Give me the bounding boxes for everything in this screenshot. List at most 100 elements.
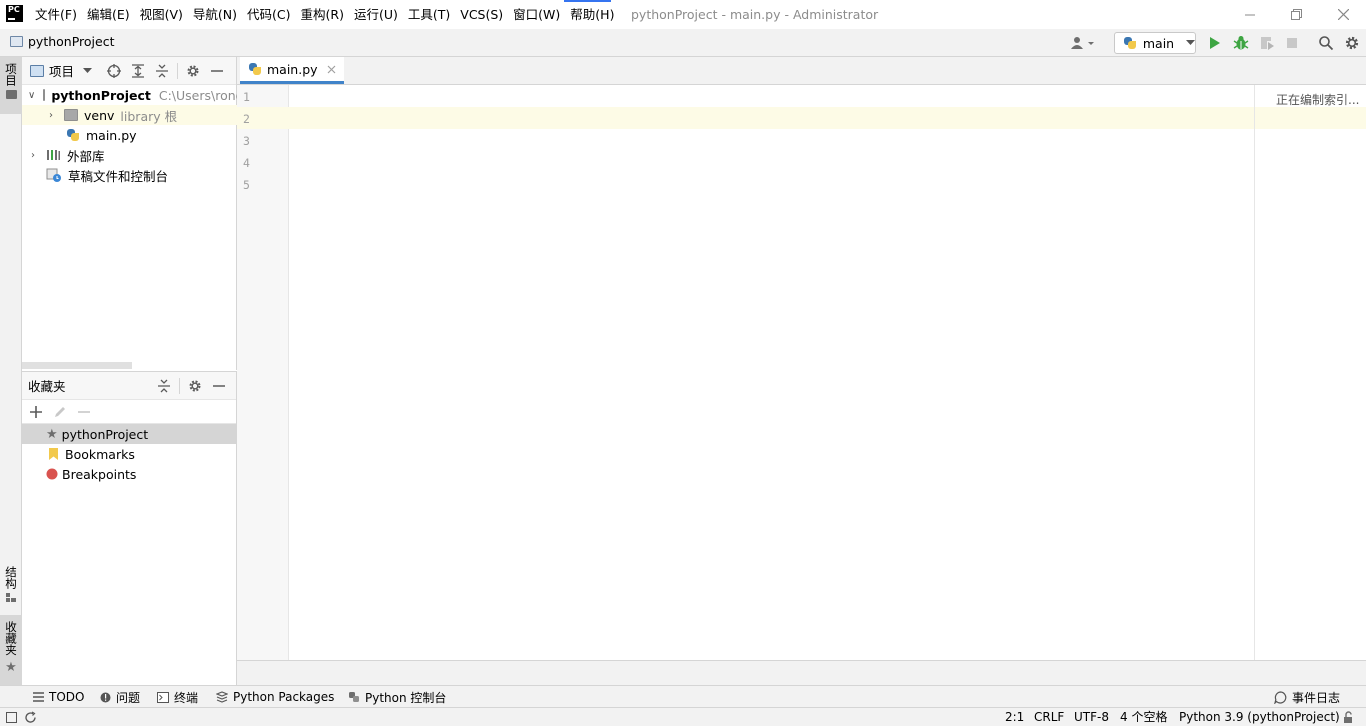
favorites-item-label: pythonProject [61, 426, 149, 442]
hide-panel-button[interactable] [207, 374, 231, 398]
project-options-button[interactable] [181, 59, 205, 83]
python-file-icon [248, 62, 262, 76]
file-encoding[interactable]: UTF-8 [1074, 708, 1109, 727]
horizontal-scrollbar[interactable] [22, 362, 132, 369]
close-icon [1337, 9, 1349, 20]
tab-label: main.py [267, 61, 318, 77]
library-icon [47, 150, 60, 160]
menu-code[interactable]: 代码(C) [242, 0, 295, 29]
menu-tools[interactable]: 工具(T) [403, 0, 455, 29]
vcs-user-button[interactable] [1070, 35, 1096, 54]
python-icon [1123, 36, 1137, 50]
tree-root-path: C:\Users\rong [158, 87, 237, 103]
tool-window-terminal[interactable]: 终端 [157, 686, 198, 708]
tree-row-venv[interactable]: › venv library 根 [22, 105, 237, 125]
event-log-icon [1274, 690, 1287, 704]
edit-favorite-button[interactable] [48, 400, 72, 424]
stripe-project-label: 项目 [4, 63, 18, 86]
editor-breadcrumb-bar [237, 660, 1366, 685]
locate-file-button[interactable] [102, 59, 126, 83]
minus-icon [78, 410, 90, 413]
tree-row-project-root[interactable]: ∨ pythonProject C:\Users\rong [22, 85, 237, 105]
favorites-item-breakpoints[interactable]: Breakpoints [22, 464, 237, 484]
run-configuration-select[interactable]: main [1114, 32, 1196, 54]
tree-row-external-libraries[interactable]: › 外部库 [22, 145, 237, 165]
tree-root-name: pythonProject [51, 87, 151, 103]
gear-icon [189, 380, 201, 391]
tree-row-scratches[interactable]: 草稿文件和控制台 [22, 165, 237, 185]
coverage-icon [1261, 37, 1274, 50]
hide-panel-button[interactable] [205, 59, 229, 83]
menu-help[interactable]: 帮助(H) [565, 0, 619, 29]
stripe-favorites-button[interactable]: 收藏夹 ★ [0, 615, 22, 685]
indent-setting[interactable]: 4 个空格 [1120, 708, 1167, 727]
stripe-project-button[interactable]: 项目 [0, 57, 22, 114]
collapse-all-icon [158, 379, 170, 392]
favorites-options-button[interactable] [183, 374, 207, 398]
window-title: pythonProject - main.py - Administrator [631, 7, 879, 22]
project-panel-header: 项目 [22, 57, 236, 85]
menu-view[interactable]: 视图(V) [135, 0, 188, 29]
stripe-favorites-label: 收藏夹 [4, 621, 18, 656]
indexing-status: 正在编制索引... [1276, 93, 1360, 107]
menu-run[interactable]: 运行(U) [349, 0, 403, 29]
tool-window-problems[interactable]: 问题 [100, 686, 140, 708]
favorites-item-bookmarks[interactable]: Bookmarks [22, 444, 237, 464]
menu-refactor[interactable]: 重构(R) [296, 0, 349, 29]
menu-navigate[interactable]: 导航(N) [188, 0, 242, 29]
breadcrumb[interactable]: pythonProject [10, 34, 115, 49]
run-button[interactable] [1208, 36, 1222, 53]
search-everywhere-button[interactable] [1318, 35, 1334, 54]
menu-window[interactable]: 窗口(W) [508, 0, 565, 29]
debug-button[interactable] [1233, 35, 1249, 54]
restore-button[interactable] [1273, 0, 1319, 29]
menu-file[interactable]: 文件(F) [30, 0, 82, 29]
tab-main-py[interactable]: main.py [240, 57, 344, 84]
menu-vcs[interactable]: VCS(S) [455, 0, 508, 29]
collapse-all-button[interactable] [150, 59, 174, 83]
crosshair-icon [107, 63, 121, 78]
user-icon [1071, 37, 1094, 49]
background-tasks-indicator[interactable] [24, 711, 37, 727]
tool-window-event-log[interactable]: 事件日志 [1274, 686, 1340, 708]
favorites-item-project[interactable]: ★ pythonProject [22, 424, 237, 444]
line-number-gutter: 1 2 3 4 5 [237, 85, 289, 660]
line-number: 3 [243, 134, 250, 148]
remove-favorite-button[interactable] [72, 400, 96, 424]
caret-position[interactable]: 2:1 [1005, 708, 1024, 727]
expand-all-button[interactable] [126, 59, 150, 83]
minimize-button[interactable] [1227, 0, 1273, 29]
separator [179, 377, 180, 394]
settings-button[interactable] [1344, 35, 1360, 54]
run-with-coverage-button[interactable] [1259, 35, 1275, 54]
tool-window-python-packages[interactable]: Python Packages [216, 686, 334, 708]
bottom-tool-bar: TODO 问题 终端 Python Packages Python 控制台 事件… [0, 685, 1366, 707]
line-number: 5 [243, 178, 250, 192]
tool-window-python-console[interactable]: Python 控制台 [348, 686, 446, 708]
toggle-tool-windows-button[interactable] [6, 712, 17, 726]
refresh-icon [25, 711, 36, 723]
tree-row-main-py[interactable]: main.py [22, 125, 237, 145]
close-tab-icon[interactable] [327, 65, 336, 74]
breakpoint-icon [46, 468, 58, 480]
menu-edit[interactable]: 编辑(E) [82, 0, 135, 29]
python-interpreter[interactable]: Python 3.9 (pythonProject) [1179, 708, 1340, 727]
structure-icon [6, 593, 16, 602]
add-favorite-button[interactable] [24, 400, 48, 424]
python-console-icon [349, 692, 359, 702]
read-only-toggle[interactable] [1343, 711, 1355, 727]
project-view-select[interactable]: 项目 [22, 61, 102, 80]
stop-button[interactable] [1286, 37, 1298, 52]
tool-window-todo[interactable]: TODO [33, 686, 84, 708]
tool-window-label: 终端 [174, 690, 199, 705]
gear-icon [187, 65, 199, 76]
collapse-all-button[interactable] [152, 374, 176, 398]
tool-window-label: Python 控制台 [365, 690, 447, 705]
project-view-icon [30, 64, 44, 77]
stripe-structure-button[interactable]: 结构 [0, 562, 22, 612]
title-accent-line [564, 0, 611, 2]
favorites-item-label: Breakpoints [62, 466, 137, 482]
line-separator[interactable]: CRLF [1034, 708, 1064, 727]
close-window-button[interactable] [1320, 0, 1366, 29]
code-editor[interactable] [289, 85, 1366, 660]
